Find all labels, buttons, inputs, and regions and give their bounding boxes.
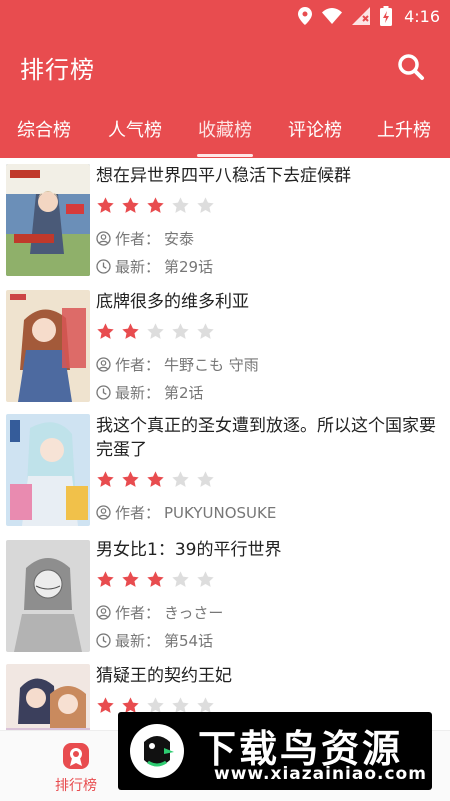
author-prefix: 作者： [115, 230, 161, 248]
cover-image [6, 290, 90, 402]
star-filled-icon [147, 197, 164, 213]
author-name: きっさー [164, 604, 224, 622]
star-filled-icon [97, 471, 114, 487]
active-tab-indicator [197, 154, 253, 157]
author-row: 作者： 牛野こも 守雨 [96, 354, 259, 375]
tab-comments[interactable]: 评论榜 [275, 116, 355, 142]
author-name: 安泰 [164, 230, 195, 248]
status-icons: 4:16 [298, 6, 440, 26]
latest-row: 最新： 第54话 [96, 630, 213, 651]
wifi-icon [322, 8, 343, 24]
location-icon [298, 7, 313, 25]
star-filled-icon [122, 471, 139, 487]
star-empty-icon [172, 471, 189, 487]
user-icon [96, 357, 111, 372]
star-empty-icon [197, 571, 214, 587]
star-filled-icon [122, 197, 139, 213]
star-rating [96, 322, 215, 342]
nav-ranking-label: 排行榜 [55, 778, 97, 794]
star-empty-icon [147, 323, 164, 339]
star-filled-icon [122, 571, 139, 587]
signal-icon [352, 7, 371, 25]
author-prefix: 作者： [115, 356, 161, 374]
author-name: PUKYUNOSUKE [164, 503, 277, 522]
star-rating [96, 570, 215, 590]
user-icon [96, 505, 111, 520]
latest-chapter: 第29话 [164, 258, 214, 276]
item-title: 想在异世界四平八稳活下去症候群 [96, 166, 351, 186]
star-filled-icon [97, 323, 114, 339]
author-prefix: 作者： [115, 504, 161, 522]
user-icon [96, 231, 111, 246]
page-title: 排行榜 [20, 56, 95, 84]
clock-icon [96, 633, 111, 648]
cover-image [6, 664, 90, 730]
cover-image [6, 414, 90, 526]
tab-popularity[interactable]: 人气榜 [95, 116, 175, 142]
star-filled-icon [97, 697, 114, 713]
clock-icon [96, 259, 111, 274]
status-time: 4:16 [404, 6, 440, 26]
ranking-tabs: 综合榜 人气榜 收藏榜 评论榜 上升榜 [0, 102, 450, 158]
watermark: 下载鸟资源 www.xiazainiao.com [118, 712, 432, 790]
latest-chapter: 第54话 [164, 632, 214, 650]
latest-prefix: 最新： [115, 632, 161, 650]
author-row: 作者： PUKYUNOSUKE [96, 502, 276, 523]
latest-row: 最新： 第29话 [96, 256, 213, 277]
star-empty-icon [197, 197, 214, 213]
star-filled-icon [97, 197, 114, 213]
tab-overall[interactable]: 综合榜 [4, 116, 84, 142]
star-rating [96, 470, 215, 490]
latest-chapter: 第2话 [164, 384, 204, 402]
item-title: 底牌很多的维多利亚 [96, 292, 249, 312]
tab-rising[interactable]: 上升榜 [364, 116, 444, 142]
item-title: 我这个真正的圣女遭到放逐。所以这个国家要完蛋了 [96, 416, 436, 460]
item-title: 男女比1：39的平行世界 [96, 540, 282, 560]
star-empty-icon [197, 323, 214, 339]
cover-image [6, 540, 90, 652]
cover-image [6, 164, 90, 276]
comic-list: 想在异世界四平八稳活下去症候群 作者： 安泰 最新： 第29话 底牌很多的维多利亚 [0, 158, 450, 730]
bird-logo-icon [128, 722, 186, 780]
latest-prefix: 最新： [115, 258, 161, 276]
author-name: 牛野こも 守雨 [164, 356, 259, 374]
clock-icon [96, 385, 111, 400]
star-empty-icon [172, 571, 189, 587]
list-item[interactable]: 男女比1：39的平行世界 作者： きっさー 最新： 第54话 [0, 532, 450, 658]
app-bar: 排行榜 [0, 32, 450, 102]
search-icon [398, 54, 424, 80]
search-button[interactable] [396, 52, 426, 82]
star-filled-icon [122, 323, 139, 339]
author-row: 作者： きっさー [96, 602, 223, 623]
star-empty-icon [172, 323, 189, 339]
status-bar: 4:16 [0, 0, 450, 32]
star-filled-icon [147, 571, 164, 587]
author-prefix: 作者： [115, 604, 161, 622]
battery-icon [380, 6, 393, 26]
latest-prefix: 最新： [115, 384, 161, 402]
star-empty-icon [172, 197, 189, 213]
star-filled-icon [147, 471, 164, 487]
star-empty-icon [197, 471, 214, 487]
item-title: 猜疑王的契约王妃 [96, 666, 232, 686]
list-item[interactable]: 底牌很多的维多利亚 作者： 牛野こも 守雨 最新： 第2话 [0, 282, 450, 406]
list-item[interactable]: 想在异世界四平八稳活下去症候群 作者： 安泰 最新： 第29话 [0, 158, 450, 282]
author-row: 作者： 安泰 [96, 228, 194, 249]
latest-row: 最新： 第2话 [96, 382, 204, 403]
ranking-icon [61, 741, 91, 771]
tab-favorites[interactable]: 收藏榜 [185, 116, 265, 142]
watermark-url: www.xiazainiao.com [214, 764, 427, 784]
user-icon [96, 605, 111, 620]
star-rating [96, 196, 215, 216]
list-item[interactable]: 我这个真正的圣女遭到放逐。所以这个国家要完蛋了 作者： PUKYUNOSUKE [0, 406, 450, 532]
nav-ranking[interactable]: 排行榜 [46, 741, 106, 795]
star-filled-icon [97, 571, 114, 587]
